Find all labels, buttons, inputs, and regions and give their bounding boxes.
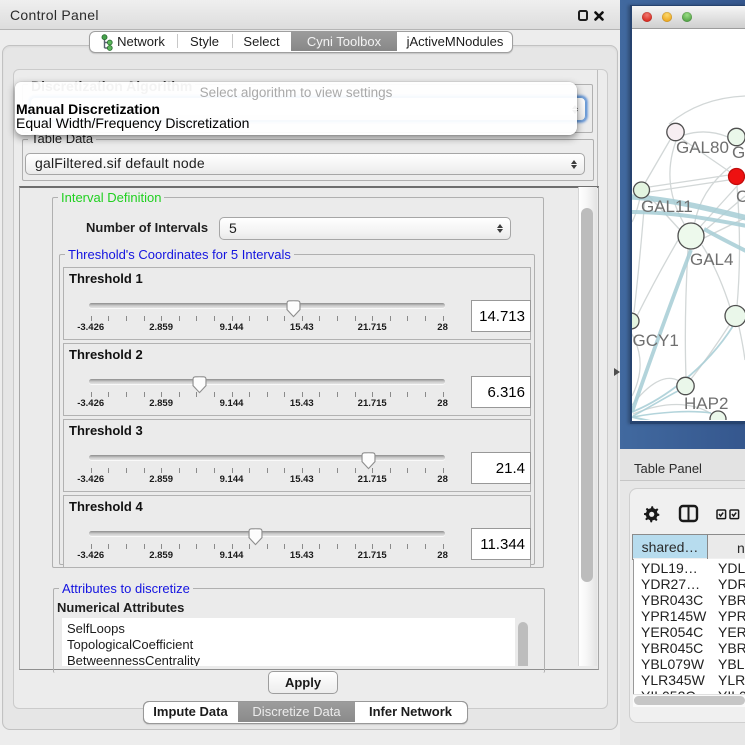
svg-text:GAL11: GAL11: [641, 197, 693, 216]
svg-text:HAP2: HAP2: [684, 394, 728, 413]
svg-text:C: C: [736, 187, 745, 206]
svg-text:GCY1: GCY1: [633, 331, 679, 350]
svg-text:GAL4: GAL4: [690, 250, 733, 269]
svg-text:GA: GA: [732, 143, 745, 162]
svg-text:GAL80: GAL80: [676, 138, 729, 157]
